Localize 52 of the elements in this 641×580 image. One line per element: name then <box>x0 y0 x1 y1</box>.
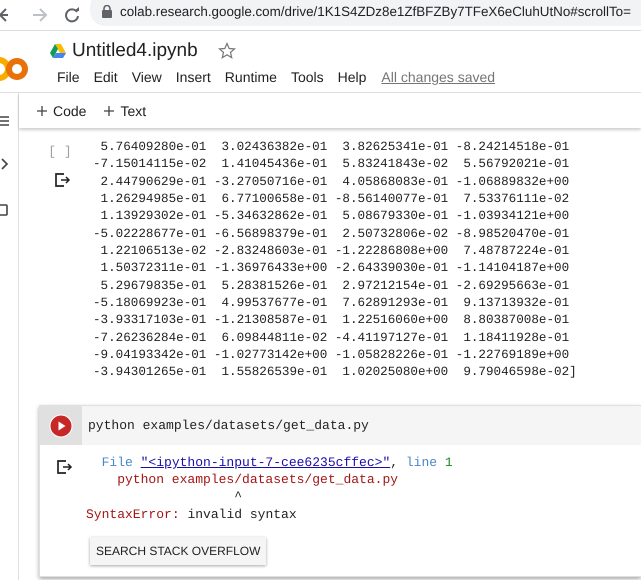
menu-icon <box>0 115 10 127</box>
output-line: -7.15014115e-02 1.41045436e-01 5.83241843e-02 5.56792021e-01 <box>93 156 570 174</box>
menu-item[interactable]: View <box>124 69 169 85</box>
plus-icon <box>37 106 47 116</box>
traceback-keyword: line <box>406 454 438 471</box>
lock-icon <box>102 4 112 18</box>
add-cell-button[interactable]: Text <box>100 98 150 122</box>
search-stack-overflow-button[interactable]: SEARCH STACK OVERFLOW <box>90 537 266 565</box>
output-line: -3.93317103e-01 -1.21308587e-01 1.22516060e+00 8.80387008e-01 <box>93 312 570 330</box>
chevron-icon <box>1 158 9 170</box>
output-icon <box>57 460 73 474</box>
run-cell-button[interactable] <box>40 406 82 445</box>
menu-item[interactable]: Insert <box>168 69 218 85</box>
reload-icon <box>64 7 80 23</box>
output-line: 1.50372311e-01 -1.36976433e+00 -2.64339030e-01 -1.14104187e+00 <box>100 260 570 278</box>
error-message: invalid syntax <box>187 507 297 522</box>
code-text[interactable]: python examples/datasets/get_data.py <box>82 418 369 433</box>
error-caret: ^ <box>233 488 242 505</box>
drive-icon <box>50 44 66 58</box>
forward-arrow-icon <box>32 8 48 22</box>
output-line: 1.22106513e-02 -2.83248603e-01 -1.22286808e+00 7.48787224e-01 <box>100 243 570 260</box>
output-line: 2.44790629e-01 -3.27050716e-01 4.05868083e-01 -1.06889832e+00 <box>100 174 570 191</box>
output-line: -5.02228677e-01 -6.56898379e-01 2.50732806e-02 -8.98520470e-01 <box>93 226 570 243</box>
output-line: -5.18069923e-01 4.99537677e-01 7.62891293e-01 9.13713932e-01 <box>93 295 570 312</box>
menu-item[interactable]: Tools <box>284 69 331 85</box>
cell-prompt: [ ] <box>48 144 72 159</box>
output-line: 1.26294985e-01 6.77100658e-01 -8.56140077e-01 7.53376111e-02 <box>100 191 570 208</box>
menu-item[interactable]: Runtime <box>218 69 284 85</box>
play-icon <box>49 414 73 438</box>
menu-item[interactable]: File <box>50 69 87 85</box>
output-line: 5.76409280e-01 3.02436382e-01 3.82625341e-01 -8.24214518e-01 <box>100 139 570 156</box>
menu-item[interactable]: Edit <box>86 69 125 85</box>
traceback-keyword: File <box>102 454 133 471</box>
notebook-title[interactable]: Untitled4.ipynb <box>72 40 198 62</box>
file-link[interactable]: "<ipython-input-7-cee6235cffec>" <box>140 454 390 471</box>
output-line: -7.26236284e-01 6.09844811e-02 -4.41197127e-01 1.18411928e-01 <box>93 330 570 347</box>
output-line: 5.29679835e-01 5.28381526e-01 2.97212154e-01 -2.69295663e-01 <box>100 278 570 295</box>
output-line: -3.94301265e-01 1.55826539e-01 1.02025080e+00 9.79046598e-02] <box>93 364 577 382</box>
output-icon <box>55 173 71 187</box>
star-icon[interactable] <box>218 42 236 60</box>
error-type: SyntaxError: <box>86 507 180 522</box>
add-cell-button[interactable]: Code <box>33 98 90 122</box>
colab-logo-icon <box>0 56 28 82</box>
menu-item[interactable]: Help <box>330 69 374 85</box>
traceback-text: , <box>390 454 398 471</box>
save-status-link[interactable]: All changes saved <box>381 69 496 85</box>
output-line: -9.04193342e-01 -1.02773142e+00 -1.05828226e-01 -1.22769189e+00 <box>93 347 570 364</box>
line-number: 1 <box>444 454 453 471</box>
plus-icon <box>104 106 114 116</box>
output-line: 1.13929302e-01 -5.34632862e-01 5.08679330e-01 -1.03934121e+00 <box>100 208 570 226</box>
panel-icon <box>0 204 8 216</box>
source-line: python examples/datasets/get_data.py <box>116 471 398 488</box>
